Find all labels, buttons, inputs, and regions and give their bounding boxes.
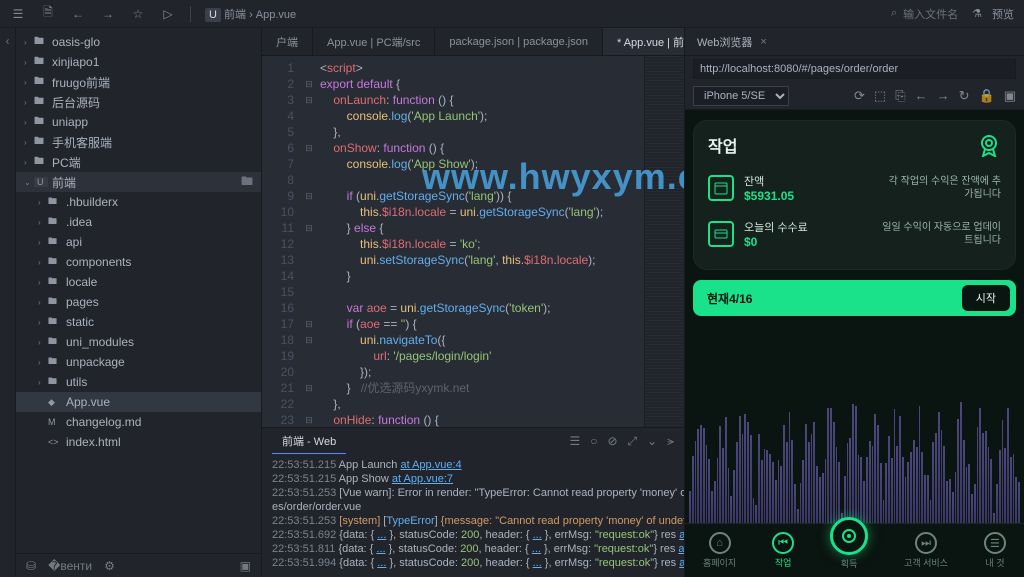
tree-folder[interactable]: ›🖿手机客服端 [16, 132, 261, 152]
fee-value: $0 [744, 235, 808, 249]
stop-icon[interactable]: ▣ [1004, 88, 1016, 104]
task-card: 작업 잔액 $5931.05 각 작업의 수익은 잔액에 추가됩니다 [693, 120, 1016, 270]
tree-item[interactable]: ›🖿static [16, 312, 261, 332]
tree-item[interactable]: ›🖿unpackage [16, 352, 261, 372]
rotate-icon[interactable]: ⟳ [854, 88, 865, 104]
nav-item[interactable]: ⏭고객 서비스 [904, 532, 948, 569]
title-bar: ☰ 🗎 ← → ☆ ▷ U 前端 › App.vue ⌕ 输入文件名 ⚗ 预览 [0, 0, 1024, 28]
tree-folder[interactable]: ›🖿uniapp [16, 112, 261, 132]
terminal-icon[interactable]: ▣ [240, 559, 251, 573]
term-settings-icon[interactable]: ⤢ [628, 434, 638, 449]
breadcrumb: U 前端 › App.vue [205, 6, 296, 22]
db-icon[interactable]: ⛁ [26, 559, 36, 573]
nav-back-icon[interactable]: ← [915, 88, 928, 104]
export-icon[interactable]: ⎘ [895, 88, 905, 104]
terminal-output[interactable]: 22:53:51.215 App Launch at App.vue:422:5… [262, 454, 684, 577]
tree-folder[interactable]: ›🖿fruugo前端 [16, 72, 261, 92]
editor-tab[interactable]: * App.vue | 前端 [603, 28, 684, 55]
fee-desc: 일일 수익이 자동으로 업데이트됩니다 [881, 221, 1001, 247]
term-stop-icon[interactable]: ○ [590, 434, 597, 449]
term-clear-icon[interactable]: ⊘ [607, 434, 617, 449]
bug-icon[interactable]: �венти [48, 559, 92, 573]
activity-bar: ‹ [0, 28, 16, 577]
nav-center[interactable]: 획득 [830, 531, 868, 570]
nav-forward-icon[interactable]: → [937, 88, 950, 104]
fee-label: 오늘의 수수료 [744, 219, 808, 235]
tree-folder[interactable]: ›🖿PC端 [16, 152, 261, 172]
tree-item[interactable]: ›🖿uni_modules [16, 332, 261, 352]
device-select[interactable]: iPhone 5/SE [693, 86, 789, 106]
tree-item[interactable]: ›🖿.idea [16, 212, 261, 232]
filter-icon[interactable]: ⚗ [972, 7, 982, 20]
action-bar: 현재4/16 시작 [693, 280, 1016, 316]
reload-icon[interactable]: ↻ [959, 88, 970, 104]
url-input[interactable] [693, 59, 1016, 79]
calendar-icon [708, 175, 734, 201]
run-icon[interactable]: ▷ [160, 6, 176, 22]
back-icon[interactable]: ← [70, 6, 86, 22]
terminal-tab[interactable]: 前端 - Web [272, 429, 346, 454]
nav-item[interactable]: ☰내 것 [984, 532, 1006, 569]
tree-item[interactable]: ◆App.vue [16, 392, 261, 412]
card-title: 작업 [708, 133, 737, 157]
balance-value: $5931.05 [744, 189, 794, 203]
start-button[interactable]: 시작 [962, 285, 1010, 311]
bottom-nav: ⌂홈페이지 ⏮작업 획득 ⏭고객 서비스 ☰내 것 [685, 523, 1024, 577]
tree-item[interactable]: Mchangelog.md [16, 412, 261, 432]
web-preview-panel: Web浏览器× iPhone 5/SE ⟳ ⬚ ⎘ ← → ↻ 🔒 ▣ 작업 [684, 28, 1024, 577]
code-editor[interactable]: 1234567891011121314151617181920212223242… [262, 56, 644, 427]
balance-desc: 각 작업의 수익은 잔액에 추가됩니다 [881, 175, 1001, 201]
tree-folder[interactable]: ›🖿oasis-glo [16, 32, 261, 52]
editor-tabs: 户端App.vue | PC端/srcpackage.json | packag… [262, 28, 684, 56]
tree-item[interactable]: ›🖿components [16, 252, 261, 272]
editor-tab[interactable]: 户端 [262, 28, 313, 55]
nav-item[interactable]: ⏮작업 [772, 532, 794, 569]
star-icon[interactable]: ☆ [130, 6, 146, 22]
preview-button[interactable]: 预览 [992, 6, 1014, 22]
nav-item[interactable]: ⌂홈페이지 [703, 532, 736, 569]
tree-item[interactable]: ›🖿utils [16, 372, 261, 392]
balance-label: 잔액 [744, 173, 794, 189]
tree-item[interactable]: ›🖿.hbuilderx [16, 192, 261, 212]
forward-icon[interactable]: → [100, 6, 116, 22]
settings-icon[interactable]: ⚙ [104, 559, 115, 573]
waveform-decoration [685, 369, 1024, 529]
menu-icon[interactable]: ☰ [10, 6, 26, 22]
collapse-icon[interactable]: ‹ [6, 34, 10, 48]
tree-folder[interactable]: ›🖿后台源码 [16, 92, 261, 112]
save-icon[interactable]: 🗎 [40, 6, 56, 22]
search-icon: ⌕ [891, 7, 897, 20]
file-search[interactable]: ⌕ 输入文件名 [891, 6, 958, 22]
terminal-panel: 前端 - Web ☰ ○ ⊘ ⤢ ⌄ ⪫ 22:53:51.215 App La… [262, 427, 684, 577]
editor-tab[interactable]: package.json | package.json [435, 28, 603, 55]
progress-label: 현재4/16 [707, 290, 752, 307]
term-split-icon[interactable]: ☰ [569, 434, 580, 449]
tree-item[interactable]: ›🖿pages [16, 292, 261, 312]
tree-root-open[interactable]: ⌄U前端🖿 [16, 172, 261, 192]
tree-item[interactable]: ›🖿api [16, 232, 261, 252]
phone-viewport: 작업 잔액 $5931.05 각 작업의 수익은 잔액에 추가됩니다 [685, 110, 1024, 577]
term-close-icon[interactable]: ⪫ [667, 434, 674, 449]
minimap[interactable] [644, 56, 684, 427]
screenshot-icon[interactable]: ⬚ [874, 88, 886, 104]
term-collapse-icon[interactable]: ⌄ [647, 434, 657, 449]
ribbon-icon [977, 133, 1001, 157]
tree-item[interactable]: ›🖿locale [16, 272, 261, 292]
tree-folder[interactable]: ›🖿xinjiapo1 [16, 52, 261, 72]
preview-tab[interactable]: Web浏览器× [685, 28, 1024, 56]
tree-item[interactable]: <>index.html [16, 432, 261, 452]
file-explorer: ›🖿oasis-glo›🖿xinjiapo1›🖿fruugo前端›🖿后台源码›🖿… [16, 28, 262, 577]
fee-icon [708, 221, 734, 247]
lock-icon[interactable]: 🔒 [979, 88, 995, 104]
editor-tab[interactable]: App.vue | PC端/src [313, 28, 435, 55]
